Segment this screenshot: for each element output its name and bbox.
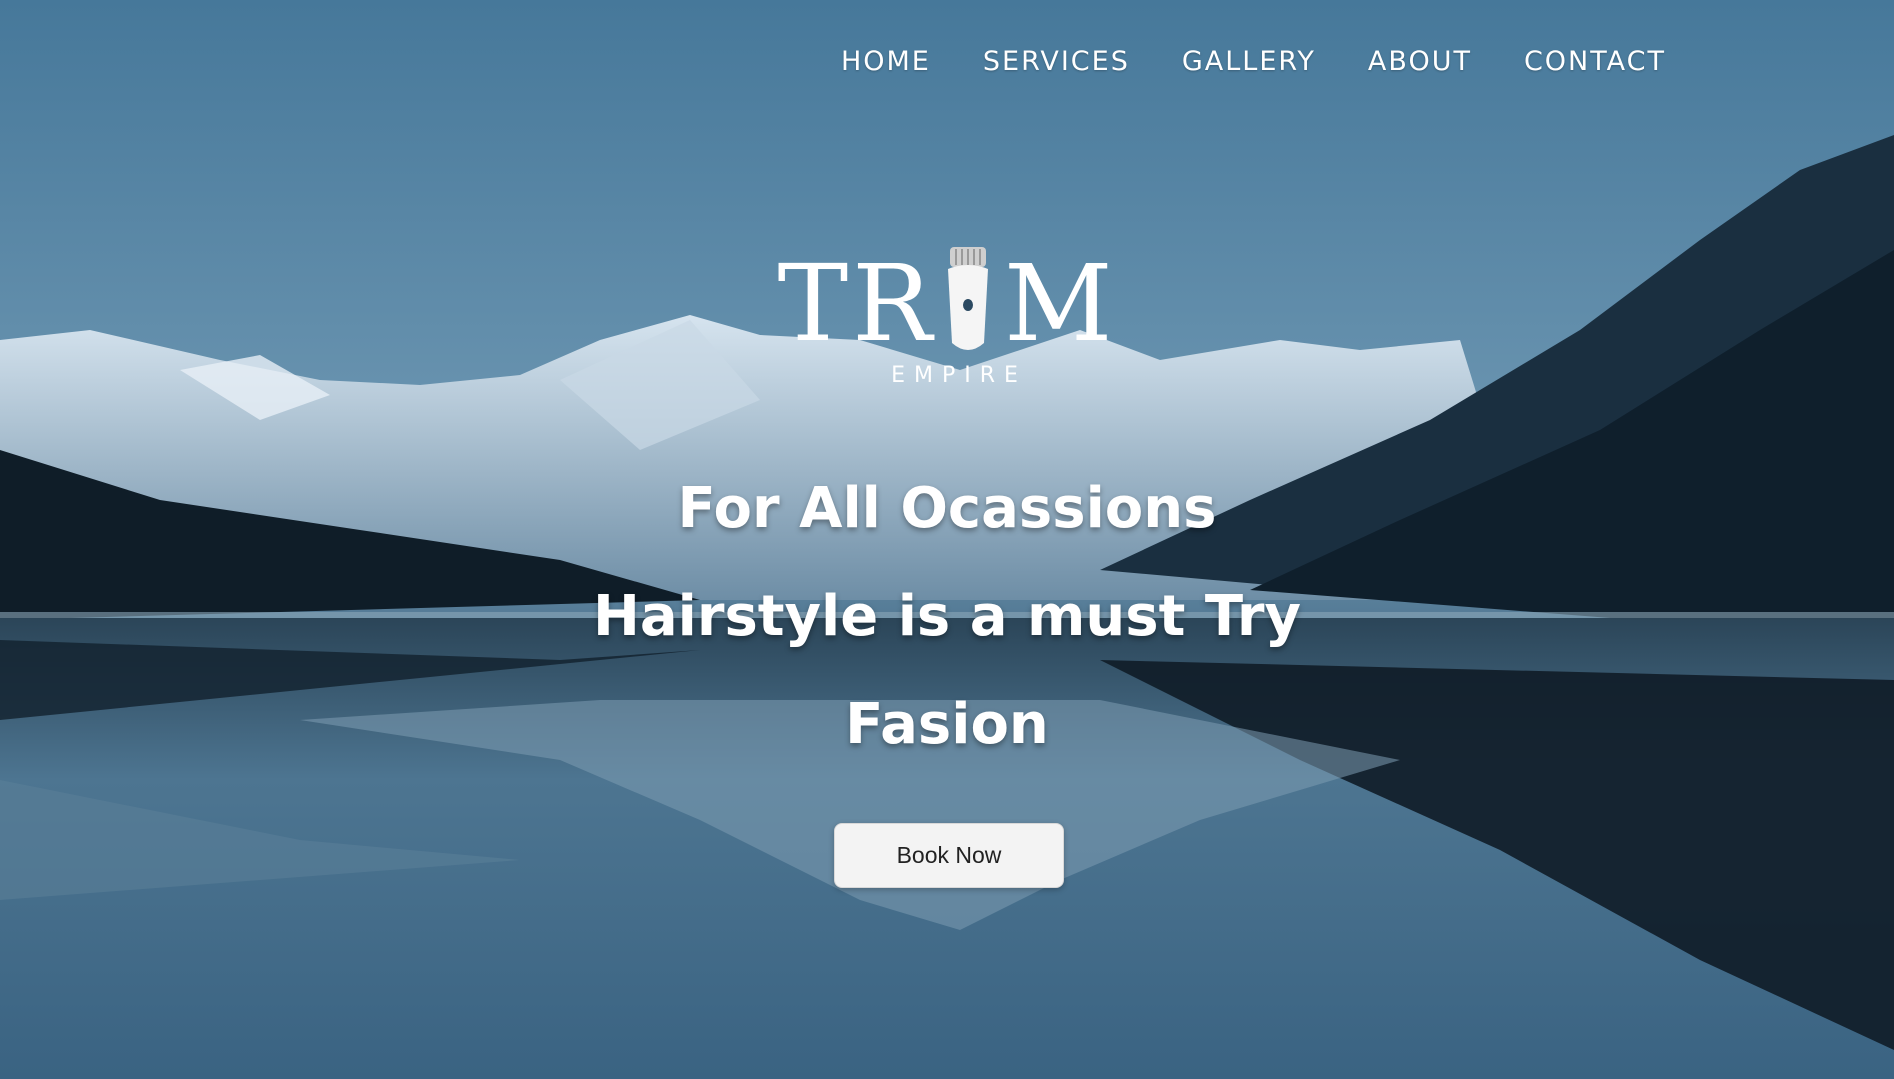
- hero-headline-line-1: For All Ocassions: [677, 476, 1217, 541]
- brand-logo[interactable]: TR M EMPIRE: [0, 245, 1894, 388]
- book-now-button[interactable]: Book Now: [834, 823, 1064, 888]
- hero-headline-line-2: Hairstyle is a must Try: [592, 584, 1302, 649]
- hair-clipper-icon: [947, 247, 988, 350]
- logo-wordmark: TR M: [777, 245, 1116, 357]
- nav-about[interactable]: ABOUT: [1368, 46, 1472, 77]
- nav-services[interactable]: SERVICES: [983, 46, 1130, 77]
- nav-contact[interactable]: CONTACT: [1524, 46, 1666, 77]
- logo-subtitle: EMPIRE: [891, 363, 1027, 388]
- hero-headline-line-3: Fasion: [845, 692, 1049, 757]
- logo-text-left: TR: [777, 242, 936, 365]
- logo-text-right: M: [1003, 242, 1117, 365]
- nav-home[interactable]: HOME: [841, 46, 931, 77]
- main-navigation: HOME SERVICES GALLERY ABOUT CONTACT: [841, 46, 1666, 77]
- hero-headline: For All Ocassions Hairstyle is a must Tr…: [0, 455, 1894, 779]
- nav-gallery[interactable]: GALLERY: [1182, 46, 1316, 77]
